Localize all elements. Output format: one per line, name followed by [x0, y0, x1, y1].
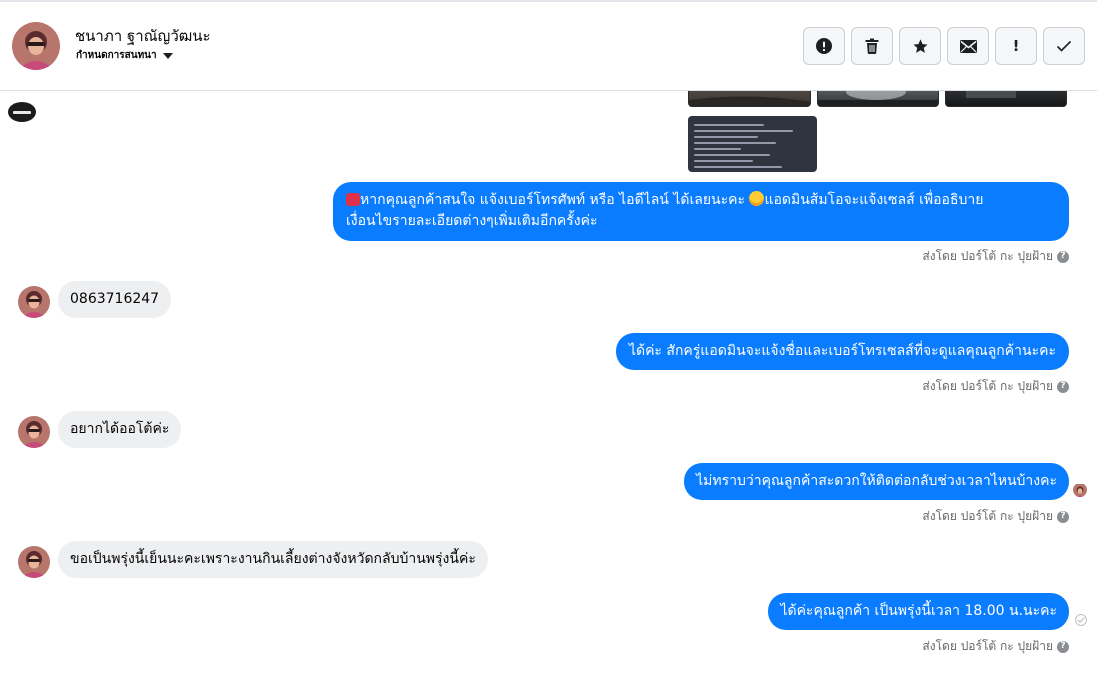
sent-by-text: ส่งโดย ปอร์โต้ กะ ปุยฝ้าย [922, 379, 1053, 393]
sent-by-label: ส่งโดย ปอร์โต้ กะ ปุยฝ้าย ? [922, 637, 1069, 656]
check-icon [1056, 40, 1072, 52]
help-icon[interactable]: ? [1057, 250, 1069, 263]
contact-avatar-small[interactable] [18, 546, 50, 578]
delete-button[interactable] [851, 27, 893, 65]
seen-indicator-avatar [1073, 483, 1087, 497]
contact-avatar-small[interactable] [18, 286, 50, 318]
contact-name: ชนาภา ฐาณัญวัฒนะ [75, 27, 211, 45]
sent-by-label: ส่งโดย ปอร์โต้ กะ ปุยฝ้าย ? [922, 247, 1069, 266]
incoming-message[interactable]: ขอเป็นพรุ่งนี้เย็นนะคะเพราะงานกินเลี้ยงต… [58, 541, 488, 578]
help-icon[interactable]: ? [1057, 380, 1069, 393]
sent-by-text: ส่งโดย ปอร์โต้ กะ ปุยฝ้าย [922, 509, 1053, 523]
caret-down-icon [162, 53, 173, 59]
incoming-message[interactable]: 0863716247 [58, 281, 172, 318]
follow-up-button[interactable]: ! [995, 27, 1037, 65]
mark-done-button[interactable] [1043, 27, 1085, 65]
message-line: เงื่อนไขรายละเอียดต่างๆเพิ่มเติมอีกครั้ง… [346, 213, 598, 229]
message-thread[interactable]: หากคุณลูกค้าสนใจ แจ้งเบอร์โทรศัพท์ หรือ … [0, 91, 1097, 674]
help-icon[interactable]: ? [1057, 640, 1069, 653]
help-icon[interactable]: ? [1057, 510, 1069, 523]
attachment-photo[interactable] [945, 91, 1067, 107]
outgoing-message[interactable]: ไม่ทราบว่าคุณลูกค้าสะดวกให้ติดต่อกลับช่ว… [684, 463, 1069, 500]
incoming-message[interactable]: อยากได้ออโต้ค่ะ [58, 411, 182, 448]
attachment-document[interactable] [688, 116, 817, 172]
smiling-hearts-emoji-icon [749, 191, 765, 206]
sent-status-icon [1075, 614, 1087, 626]
message-line: หากคุณลูกค้าสนใจ แจ้งเบอร์โทรศัพท์ หรือ … [346, 190, 1056, 211]
message-text: หากคุณลูกค้าสนใจ แจ้งเบอร์โทรศัพท์ หรือ … [360, 192, 750, 208]
assign-label: กำหนดการสนทนา [76, 50, 157, 61]
trash-icon [865, 38, 879, 54]
conversation-header: ชนาภา ฐาณัญวัฒนะ กำหนดการสนทนา ! [0, 2, 1097, 91]
page-logo [8, 102, 36, 122]
telephone-emoji-icon [346, 193, 360, 206]
mark-unread-button[interactable] [947, 27, 989, 65]
star-button[interactable] [899, 27, 941, 65]
message-text: แอดมินส้มโอจะแจ้งเซลส์ เพื่ออธิบาย [764, 192, 984, 208]
mark-spam-button[interactable] [803, 27, 845, 65]
exclamation-icon: ! [1012, 37, 1020, 55]
assign-conversation-dropdown[interactable]: กำหนดการสนทนา [76, 48, 173, 63]
alert-circle-icon [816, 38, 832, 54]
outgoing-message[interactable]: ได้ค่ะคุณลูกค้า เป็นพรุ่งนี้เวลา 18.00 น… [768, 593, 1069, 630]
contact-avatar-small[interactable] [18, 416, 50, 448]
envelope-icon [959, 39, 977, 53]
attachment-photo[interactable] [817, 91, 939, 107]
star-icon [912, 38, 928, 53]
sent-by-text: ส่งโดย ปอร์โต้ กะ ปุยฝ้าย [922, 639, 1053, 653]
header-actions: ! [803, 27, 1085, 65]
outgoing-message[interactable]: ได้ค่ะ สักครู่แอดมินจะแจ้งชื่อและเบอร์โท… [615, 333, 1069, 370]
sent-by-text: ส่งโดย ปอร์โต้ กะ ปุยฝ้าย [922, 249, 1053, 263]
outgoing-message[interactable]: หากคุณลูกค้าสนใจ แจ้งเบอร์โทรศัพท์ หรือ … [333, 182, 1069, 241]
contact-avatar[interactable] [12, 22, 60, 70]
sent-by-label: ส่งโดย ปอร์โต้ กะ ปุยฝ้าย ? [922, 507, 1069, 526]
sent-by-label: ส่งโดย ปอร์โต้ กะ ปุยฝ้าย ? [922, 377, 1069, 396]
attachment-photo[interactable] [688, 91, 811, 107]
